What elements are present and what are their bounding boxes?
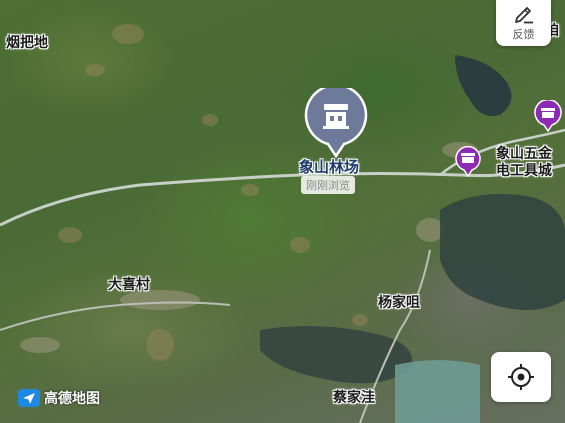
place-label-caijiawa[interactable]: 蔡家洼	[333, 387, 375, 407]
selected-poi-status: 刚刚浏览	[301, 176, 355, 194]
amap-logo-text: 高德地图	[44, 391, 100, 407]
poi-pin-shop-1[interactable]	[533, 98, 563, 136]
lake-bottom	[395, 360, 480, 423]
feedback-button[interactable]: 反馈	[496, 0, 551, 46]
poi-label-line1: 象山五金	[496, 146, 552, 162]
place-label-yanbadi[interactable]: 烟把地	[6, 32, 48, 52]
place-label-daxicun[interactable]: 大喜村	[108, 274, 150, 294]
selected-poi-name[interactable]: 象山林场	[299, 156, 359, 177]
poi-label-xiangshan-wujin[interactable]: 象山五金 电工具城	[496, 146, 552, 180]
amap-logo: 高德地图	[18, 388, 100, 408]
reservoir-ne	[455, 55, 512, 116]
forestry-farm-icon	[304, 83, 368, 159]
feedback-label: 反馈	[512, 28, 535, 41]
place-label-yangjiaju[interactable]: 杨家咀	[378, 292, 420, 312]
shop-icon	[455, 145, 481, 178]
crosshair-icon	[508, 364, 534, 390]
map-terrain	[0, 24, 565, 423]
road-west	[0, 301, 231, 331]
poi-pin-shop-2[interactable]	[454, 145, 482, 181]
amap-arrow-icon	[18, 389, 40, 407]
satellite-map[interactable]: 烟把地 大喜村 杨家咀 蔡家洼 咱 象山林场 刚刚浏览 象山五金 电工具城 反馈…	[0, 0, 565, 423]
locate-button[interactable]	[491, 352, 551, 402]
pencil-icon	[514, 7, 533, 24]
shop-icon	[534, 98, 562, 133]
selected-poi-pin[interactable]	[301, 83, 371, 162]
poi-label-line2: 电工具城	[496, 163, 552, 179]
lake-east	[440, 194, 565, 310]
